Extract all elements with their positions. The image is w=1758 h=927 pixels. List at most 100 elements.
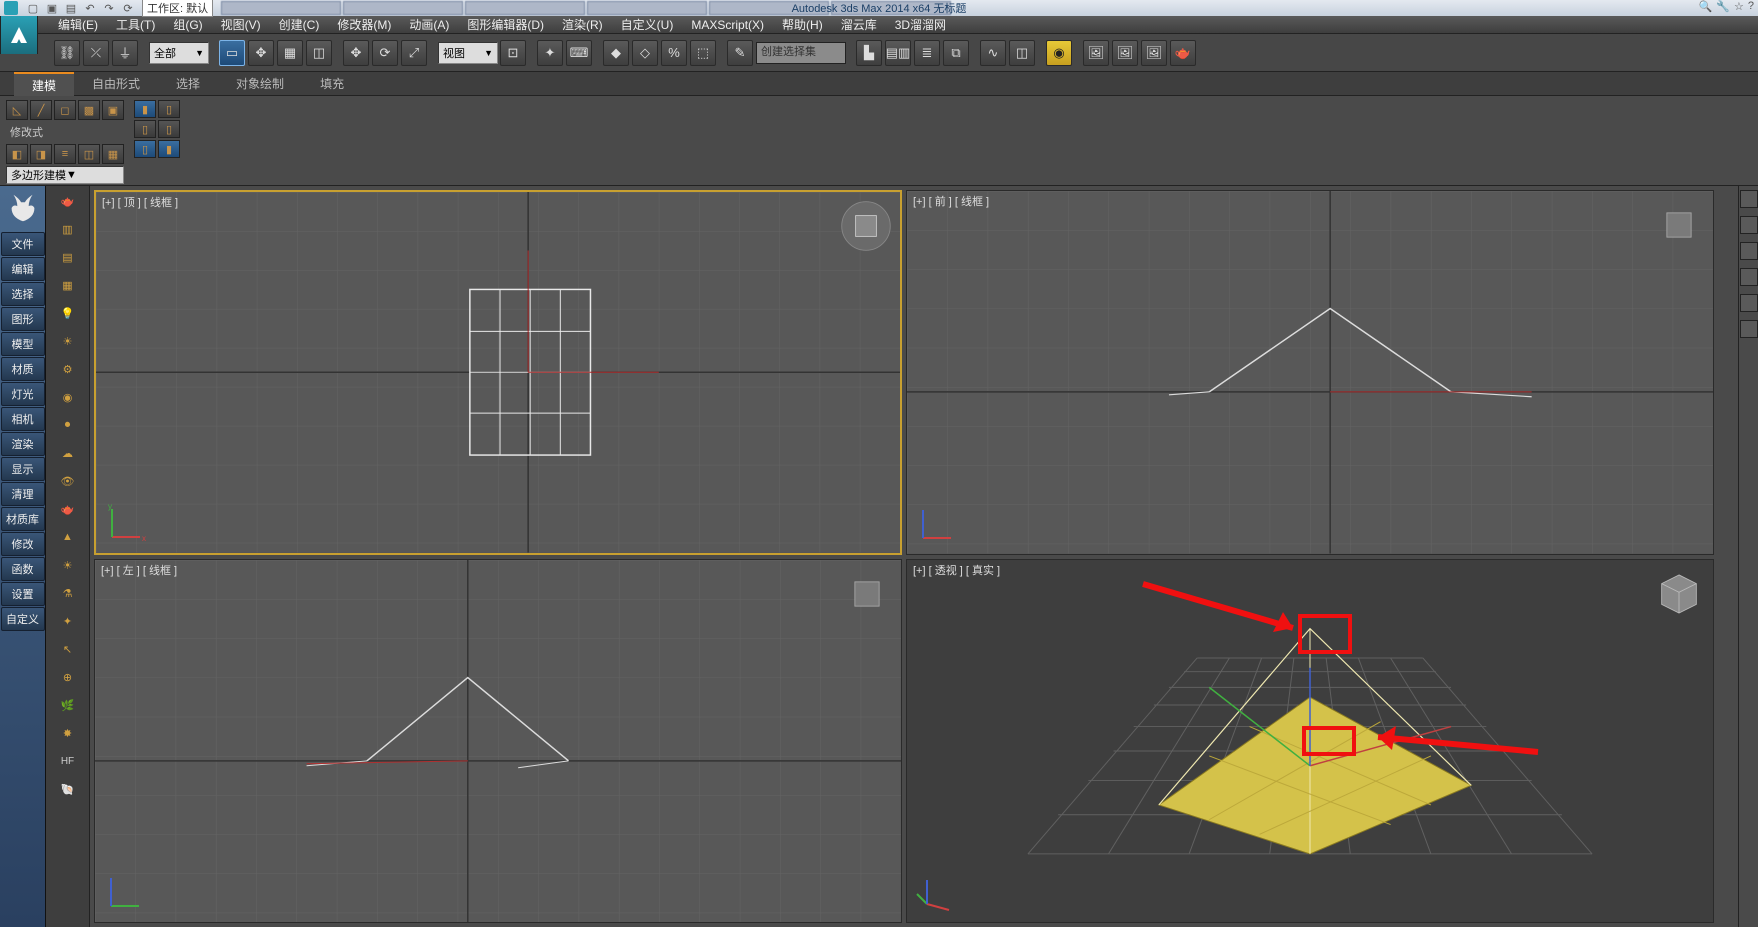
menu-create[interactable]: 创建(C) [271,16,328,34]
help-icon[interactable]: ? [1748,0,1754,13]
app-menu-button[interactable] [0,16,38,54]
keymode-icon[interactable]: ⌨ [566,40,592,66]
spinner-snap-icon[interactable]: ⬚ [690,40,716,66]
viewcube-front[interactable] [1653,199,1705,251]
ico-flask[interactable]: ⚗ [50,580,86,606]
cat-edit[interactable]: 编辑 [1,257,45,281]
viewcube-top[interactable] [840,200,892,252]
viewport-left-label[interactable]: [+] [ 左 ] [ 线框 ] [101,562,177,578]
qat-redo-icon[interactable]: ↷ [100,1,118,15]
ico-grass[interactable]: 🌿 [50,692,86,718]
viewcube-persp[interactable] [1653,568,1705,620]
ico-grid[interactable]: ▦ [50,272,86,298]
rp-motion-icon[interactable] [1740,268,1758,286]
viewcube-left[interactable] [841,568,893,620]
search-icon[interactable]: 🔍 [1699,0,1713,13]
subobj-element-icon[interactable]: ▣ [102,100,124,120]
ico-eye[interactable]: 👁 [50,468,86,494]
bind-icon[interactable]: ⏚ [112,40,138,66]
ico-light[interactable]: 💡 [50,300,86,326]
link-icon[interactable]: ⛓ [54,40,80,66]
window-tab[interactable] [587,1,707,15]
cat-camera[interactable]: 相机 [1,407,45,431]
ico-sun[interactable]: ☀ [50,328,86,354]
cat-settings[interactable]: 设置 [1,582,45,606]
window-crossing-icon[interactable]: ◫ [306,40,332,66]
subobj-vertex-icon[interactable]: ◺ [6,100,28,120]
qat-save-icon[interactable]: ▤ [62,1,80,15]
menu-animation[interactable]: 动画(A) [401,16,457,34]
rp-display-icon[interactable] [1740,294,1758,312]
ribbon-tab-objpaint[interactable]: 对象绘制 [218,72,302,96]
ico-hf[interactable]: HF [50,748,86,774]
menu-edit[interactable]: 编辑(E) [50,16,106,34]
angle-snap-icon[interactable]: ◇ [632,40,658,66]
cat-light[interactable]: 灯光 [1,382,45,406]
window-tab[interactable] [709,1,829,15]
menu-rendering[interactable]: 渲染(R) [554,16,611,34]
teapot-icon[interactable]: 🫖 [1170,40,1196,66]
ico-cone[interactable]: ▲ [50,524,86,550]
menu-views[interactable]: 视图(V) [213,16,269,34]
mod-e-icon[interactable]: ▦ [102,144,124,164]
ribbon-tab-populate[interactable]: 填充 [302,72,362,96]
rp-util-icon[interactable] [1740,320,1758,338]
menu-liuyun[interactable]: 溜云库 [833,16,885,34]
menu-grapheditors[interactable]: 图形编辑器(D) [459,16,552,34]
snap-toggle-icon[interactable]: ◆ [603,40,629,66]
subobj-poly-icon[interactable]: ▩ [78,100,100,120]
ico-record[interactable]: ⏺ [50,412,86,438]
ico-coords[interactable]: ⊕ [50,664,86,690]
hdr2-a[interactable]: ▮ [134,100,156,118]
schematic-icon[interactable]: ◫ [1009,40,1035,66]
ico-primitive[interactable]: ▥ [50,216,86,242]
window-tab[interactable] [221,1,341,15]
key-icon[interactable]: 🔧 [1716,0,1730,13]
ref-coord-drop[interactable]: 视图▼ [438,42,498,64]
ico-gear[interactable]: ⚙ [50,356,86,382]
menu-group[interactable]: 组(G) [165,16,210,34]
select-object-icon[interactable]: ▭ [219,40,245,66]
move-icon[interactable]: ✥ [343,40,369,66]
ribbon-tab-freeform[interactable]: 自由形式 [74,72,158,96]
layer-icon[interactable]: ≣ [914,40,940,66]
cat-custom[interactable]: 自定义 [1,607,45,631]
percent-snap-icon[interactable]: % [661,40,687,66]
cat-file[interactable]: 文件 [1,232,45,256]
ico-teapot[interactable]: 🫖 [50,188,86,214]
menu-help[interactable]: 帮助(H) [774,16,831,34]
rp-modify-icon[interactable] [1740,216,1758,234]
ico-teapot2[interactable]: 🫖 [50,496,86,522]
cat-select[interactable]: 选择 [1,282,45,306]
render-setup-icon[interactable]: 🖼 [1083,40,1109,66]
subobj-border-icon[interactable]: ◻ [54,100,76,120]
ico-star[interactable]: ✸ [50,720,86,746]
render-prod-icon[interactable]: 🖼 [1141,40,1167,66]
ico-pointer[interactable]: ↖ [50,636,86,662]
named-sel-edit-icon[interactable]: ✎ [727,40,753,66]
hdr2-c[interactable]: ▯ [134,120,156,138]
cat-shape[interactable]: 图形 [1,307,45,331]
ico-sphere[interactable]: ◉ [50,384,86,410]
window-tab[interactable] [831,1,951,15]
cat-display[interactable]: 显示 [1,457,45,481]
ribbon-tab-modeling[interactable]: 建模 [14,72,74,96]
hdr2-e[interactable]: ▯ [134,140,156,158]
rendered-frame-icon[interactable]: 🖼 [1112,40,1138,66]
qat-new-icon[interactable]: ▢ [24,1,42,15]
hdr2-b[interactable]: ▯ [158,100,180,118]
select-rect-icon[interactable]: ▦ [277,40,303,66]
window-tab[interactable] [343,1,463,15]
align-icon[interactable]: ▤▥ [885,40,911,66]
menu-customize[interactable]: 自定义(U) [613,16,682,34]
material-editor-icon[interactable]: ◉ [1046,40,1072,66]
menu-maxscript[interactable]: MAXScript(X) [683,16,772,34]
curve-editor-icon[interactable]: ∿ [980,40,1006,66]
cat-cleanup[interactable]: 清理 [1,482,45,506]
qat-undo-icon[interactable]: ↶ [81,1,99,15]
mod-b-icon[interactable]: ◨ [30,144,52,164]
viewport-front-label[interactable]: [+] [ 前 ] [ 线框 ] [913,193,989,209]
ico-sparkle[interactable]: ✦ [50,608,86,634]
viewport-perspective[interactable]: [+] [ 透视 ] [ 真实 ] [906,559,1714,924]
manip-icon[interactable]: ✦ [537,40,563,66]
